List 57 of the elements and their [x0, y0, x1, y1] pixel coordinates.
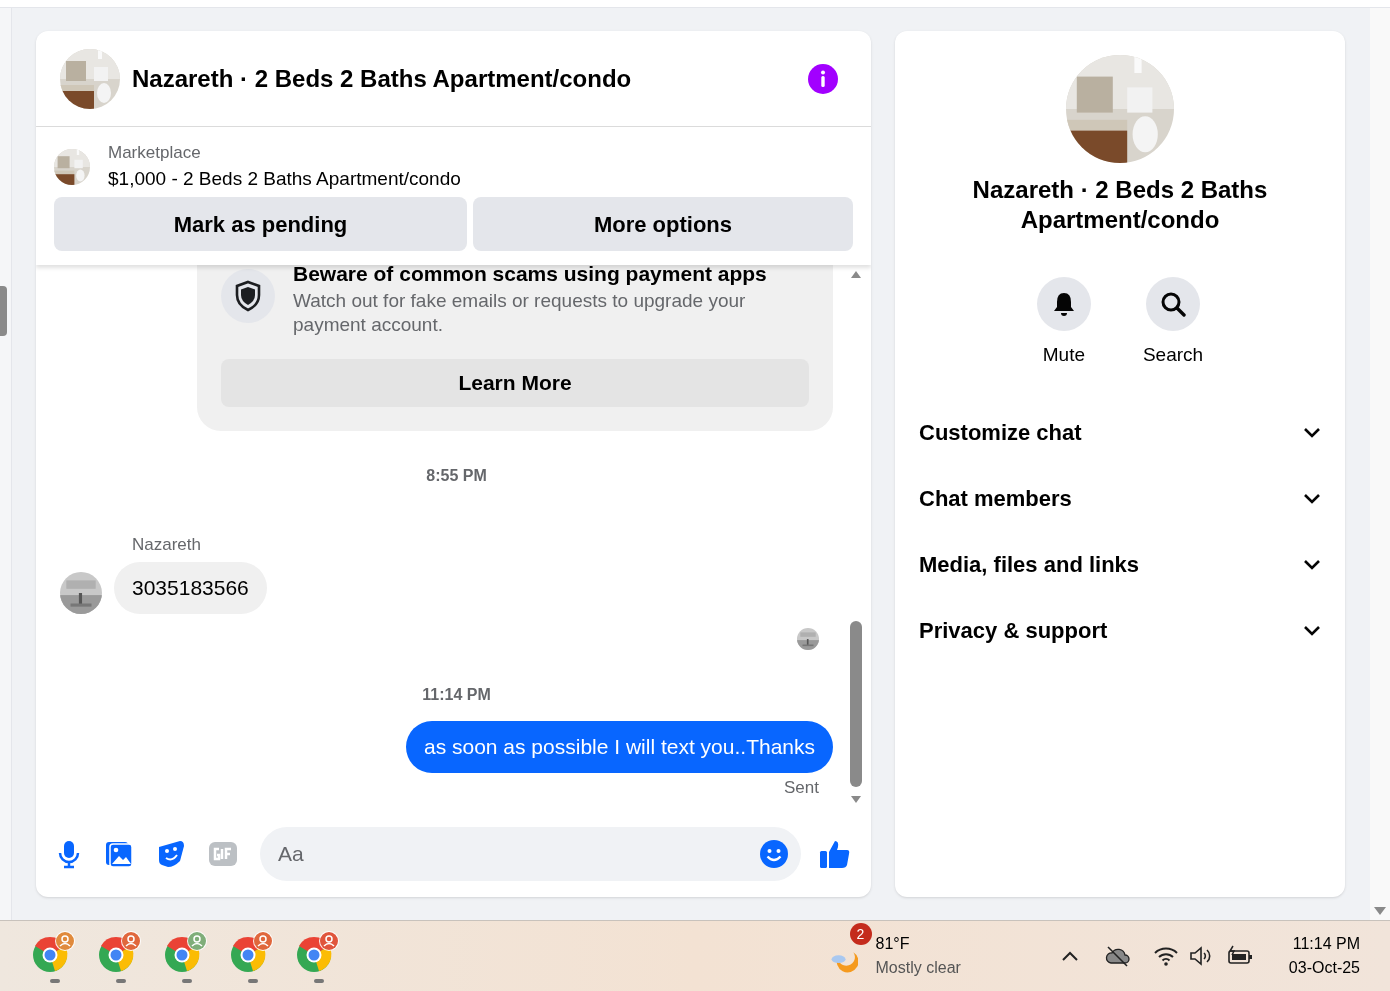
shield-icon	[234, 280, 262, 312]
microphone-icon[interactable]	[56, 839, 82, 869]
emoji-icon[interactable]	[759, 839, 789, 869]
action-label: Mute	[1042, 343, 1085, 367]
running-indicator	[248, 979, 258, 983]
clock-date[interactable]: 03-Oct-25	[1288, 956, 1360, 980]
learn-more-button[interactable]: Learn More	[221, 359, 809, 407]
mute-button[interactable]	[1036, 277, 1091, 331]
mark-pending-button[interactable]: Mark as pending	[54, 197, 467, 251]
details-title: Nazareth · 2 Beds 2 Baths Apartment/condo	[971, 175, 1269, 235]
search-icon	[1160, 291, 1186, 317]
bell-icon	[1051, 291, 1076, 317]
photo-icon[interactable]	[104, 839, 134, 869]
notification-badge: 2	[849, 923, 872, 945]
section-row[interactable]: Chat members	[919, 465, 1321, 532]
scroll-down-icon[interactable]	[850, 795, 862, 805]
scroll-down-icon[interactable]	[1373, 906, 1387, 916]
more-options-button[interactable]: More options	[473, 197, 853, 251]
running-indicator	[116, 979, 126, 983]
battery-icon[interactable]	[1226, 945, 1253, 967]
chevron-up-icon[interactable]	[1060, 950, 1079, 962]
listing-source: Marketplace	[108, 142, 202, 164]
message-status: Sent	[784, 776, 819, 799]
chevron-down-icon	[1303, 558, 1321, 571]
clock-time[interactable]: 11:14 PM	[1292, 932, 1360, 956]
notice-title: Beware of common scams using payment apps	[293, 261, 768, 287]
scrollbar-thumb[interactable]	[850, 621, 862, 787]
temperature-text: 81°F	[875, 934, 911, 954]
timestamp: 11:14 PM	[422, 684, 491, 705]
listing-summary: $1,000 - 2 Beds 2 Baths Apartment/condo	[108, 167, 461, 191]
running-indicator	[314, 979, 324, 983]
chat-title: Nazareth · 2 Beds 2 Baths Apartment/condo	[132, 63, 633, 94]
running-indicator	[50, 979, 60, 983]
sticker-icon[interactable]	[156, 839, 186, 869]
wifi-icon[interactable]	[1152, 945, 1179, 967]
scroll-up-icon[interactable]	[850, 269, 862, 279]
section-row[interactable]: Media, files and links	[919, 531, 1321, 598]
weather-condition: Mostly clear	[875, 958, 961, 978]
scrollbar-thumb[interactable]	[0, 286, 7, 336]
timestamp: 8:55 PM	[426, 466, 487, 486]
thumbs-up-icon[interactable]	[819, 838, 851, 870]
notice-text: Watch out for fake emails or requests to upgrade your payment account.	[293, 289, 747, 337]
message-bubble: 3035183566	[114, 561, 267, 614]
cloud-off-icon[interactable]	[1104, 945, 1131, 967]
chevron-down-icon	[1303, 624, 1321, 637]
running-indicator	[182, 979, 192, 983]
message-bubble: as soon as possible I will text you..Thanks	[405, 720, 833, 773]
volume-icon[interactable]	[1188, 945, 1213, 967]
message-input[interactable]: Aa	[260, 827, 801, 881]
search-button[interactable]	[1146, 277, 1200, 331]
action-label: Search	[1142, 343, 1204, 367]
sender-name: Nazareth	[132, 534, 202, 556]
chevron-down-icon	[1303, 426, 1321, 439]
chevron-down-icon	[1303, 492, 1321, 505]
section-row[interactable]: Customize chat	[919, 399, 1321, 466]
info-icon[interactable]	[807, 62, 839, 95]
section-row[interactable]: Privacy & support	[919, 597, 1321, 664]
